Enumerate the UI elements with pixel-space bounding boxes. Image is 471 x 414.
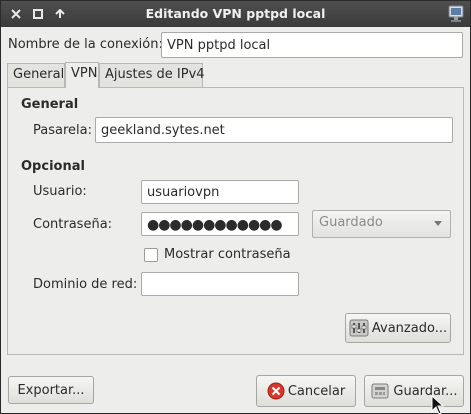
user-field[interactable]: usuariovpn <box>141 180 299 204</box>
network-app-icon <box>446 4 466 24</box>
password-field[interactable]: ●●●●●●●●●●●● <box>141 212 299 236</box>
optional-section-heading: Opcional <box>21 159 85 174</box>
password-label: Contraseña: <box>33 217 113 232</box>
domain-field[interactable] <box>141 272 299 296</box>
general-section-heading: General <box>21 97 79 112</box>
password-store-dropdown[interactable]: Guardado <box>312 210 451 238</box>
cancel-button[interactable]: Cancelar <box>256 375 356 407</box>
gateway-field[interactable]: geekland.sytes.net <box>95 117 453 143</box>
tab-general[interactable]: General <box>7 63 65 87</box>
export-button[interactable]: Exportar... <box>8 376 94 404</box>
tab-ipv4[interactable]: Ajustes de IPv4 <box>99 63 205 87</box>
save-button-label: Guardar... <box>393 383 458 399</box>
gateway-label: Pasarela: <box>33 123 92 138</box>
user-label: Usuario: <box>33 184 87 199</box>
show-password-checkbox[interactable] <box>144 248 158 262</box>
export-button-label: Exportar... <box>17 382 85 398</box>
domain-label: Dominio de red: <box>33 277 138 292</box>
mouse-pointer-icon <box>431 395 445 414</box>
connection-name-label: Nombre de la conexión: <box>8 37 163 52</box>
chevron-down-icon <box>434 221 442 226</box>
window-title: Editando VPN pptpd local <box>145 6 326 21</box>
connection-name-field[interactable]: VPN pptpd local <box>161 32 463 58</box>
tab-vpn[interactable]: VPN <box>65 62 99 88</box>
save-button[interactable]: Guardar... <box>364 375 464 407</box>
cancel-button-label: Cancelar <box>287 383 346 399</box>
dialog-window: Editando VPN pptpd local Nombre de la co… <box>0 0 471 414</box>
title-bar: Editando VPN pptpd local <box>1 1 470 27</box>
keyring-icon <box>371 383 389 399</box>
cancel-icon <box>267 382 285 400</box>
advanced-button[interactable]: Avanzado... <box>345 313 451 343</box>
show-password-label: Mostrar contraseña <box>164 247 291 262</box>
password-store-value: Guardado <box>319 215 383 230</box>
settings-icon <box>349 319 369 337</box>
advanced-button-label: Avanzado... <box>371 320 448 336</box>
